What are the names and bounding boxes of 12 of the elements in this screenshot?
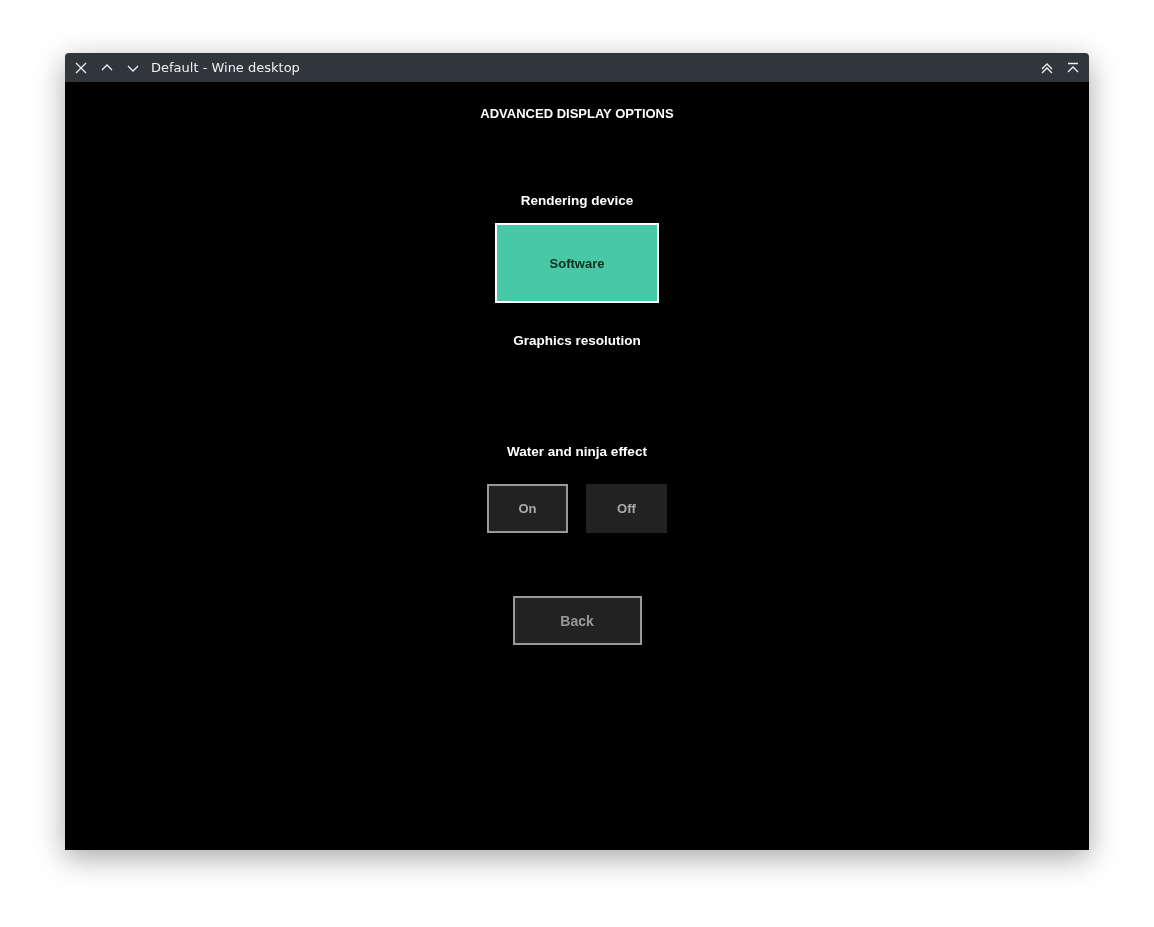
double-chevron-up-icon [1041,61,1053,74]
window-title: Default - Wine desktop [151,60,301,75]
section-label: Graphics resolution [513,333,641,348]
shade-icon [1067,61,1079,74]
option-button[interactable]: Software [495,223,659,303]
toggle-button[interactable]: On [487,484,568,533]
section-label: Water and ninja effect [507,444,647,459]
back-button[interactable]: Back [512,596,642,645]
screen-heading: ADVANCED DISPLAY OPTIONS [480,106,674,121]
section-label: Rendering device [520,193,634,208]
toggle-button[interactable]: Off [586,484,667,533]
close-icon [75,61,87,74]
